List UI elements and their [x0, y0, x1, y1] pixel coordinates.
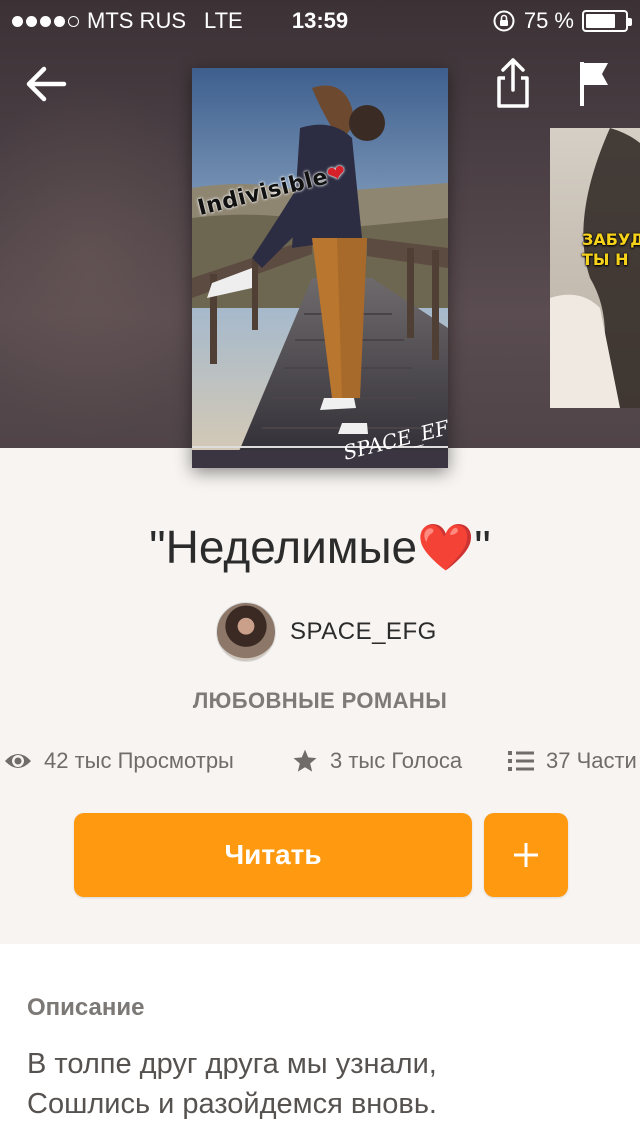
story-cover[interactable]: Indivisible❤ SPACE_EF — [192, 68, 448, 468]
share-button[interactable] — [492, 56, 534, 110]
parts-count: 37 Части — [546, 748, 637, 773]
next-cover-text-line1: ЗАБУДЬ — [582, 230, 640, 249]
back-arrow-icon — [26, 66, 67, 102]
stat-parts: 37 Части — [508, 748, 637, 774]
status-bar: MTS RUS LTE 13:59 75 % — [0, 0, 640, 40]
avatar[interactable] — [216, 602, 276, 662]
cover-art — [192, 68, 448, 468]
stat-views: 42 тыс Просмотры — [4, 748, 234, 774]
report-button[interactable] — [574, 58, 614, 108]
battery-fill — [586, 14, 615, 28]
read-button-label: Читать — [224, 839, 322, 870]
author-link[interactable]: SPACE_EFG — [216, 602, 437, 662]
flag-icon — [580, 62, 608, 106]
votes-count: 3 тыс Голоса — [330, 748, 463, 773]
status-right: 75 % — [492, 8, 632, 34]
battery-icon — [582, 10, 632, 32]
read-button[interactable]: Читать — [74, 813, 472, 897]
description-line: В толпе друг друга мы узнали, — [27, 1048, 437, 1080]
description-heading: Описание — [27, 994, 145, 1021]
next-cover-text-line2: ТЫ Н — [582, 250, 629, 269]
plus-icon — [514, 843, 538, 867]
next-story-cover[interactable]: ЗАБУДЬ ТЫ Н — [550, 128, 640, 408]
star-icon — [293, 749, 317, 772]
list-icon — [508, 751, 534, 771]
eye-icon — [5, 754, 31, 768]
rotation-lock-icon — [493, 10, 515, 32]
stat-votes: 3 тыс Голоса — [292, 748, 462, 774]
add-to-library-button[interactable] — [484, 813, 568, 897]
genre-tag[interactable]: ЛЮБОВНЫЕ РОМАНЫ — [0, 688, 640, 714]
next-cover-text: ЗАБУДЬ ТЫ Н — [582, 230, 640, 270]
hero-background-blur — [0, 80, 220, 440]
back-button[interactable] — [22, 60, 70, 108]
story-stats: 42 тыс Просмотры 3 тыс Голоса 37 Части — [0, 748, 640, 784]
views-count: 42 тыс Просмотры — [44, 748, 234, 773]
description-line: Сошлись и разойдемся вновь. — [27, 1088, 437, 1120]
battery-percent: 75 % — [523, 8, 574, 33]
description-text: В толпе друг друга мы узнали, Сошлись и … — [27, 1044, 617, 1124]
author-name[interactable]: SPACE_EFG — [290, 618, 437, 646]
share-icon — [497, 58, 529, 108]
story-title: "Неделимые❤️" — [149, 521, 491, 573]
